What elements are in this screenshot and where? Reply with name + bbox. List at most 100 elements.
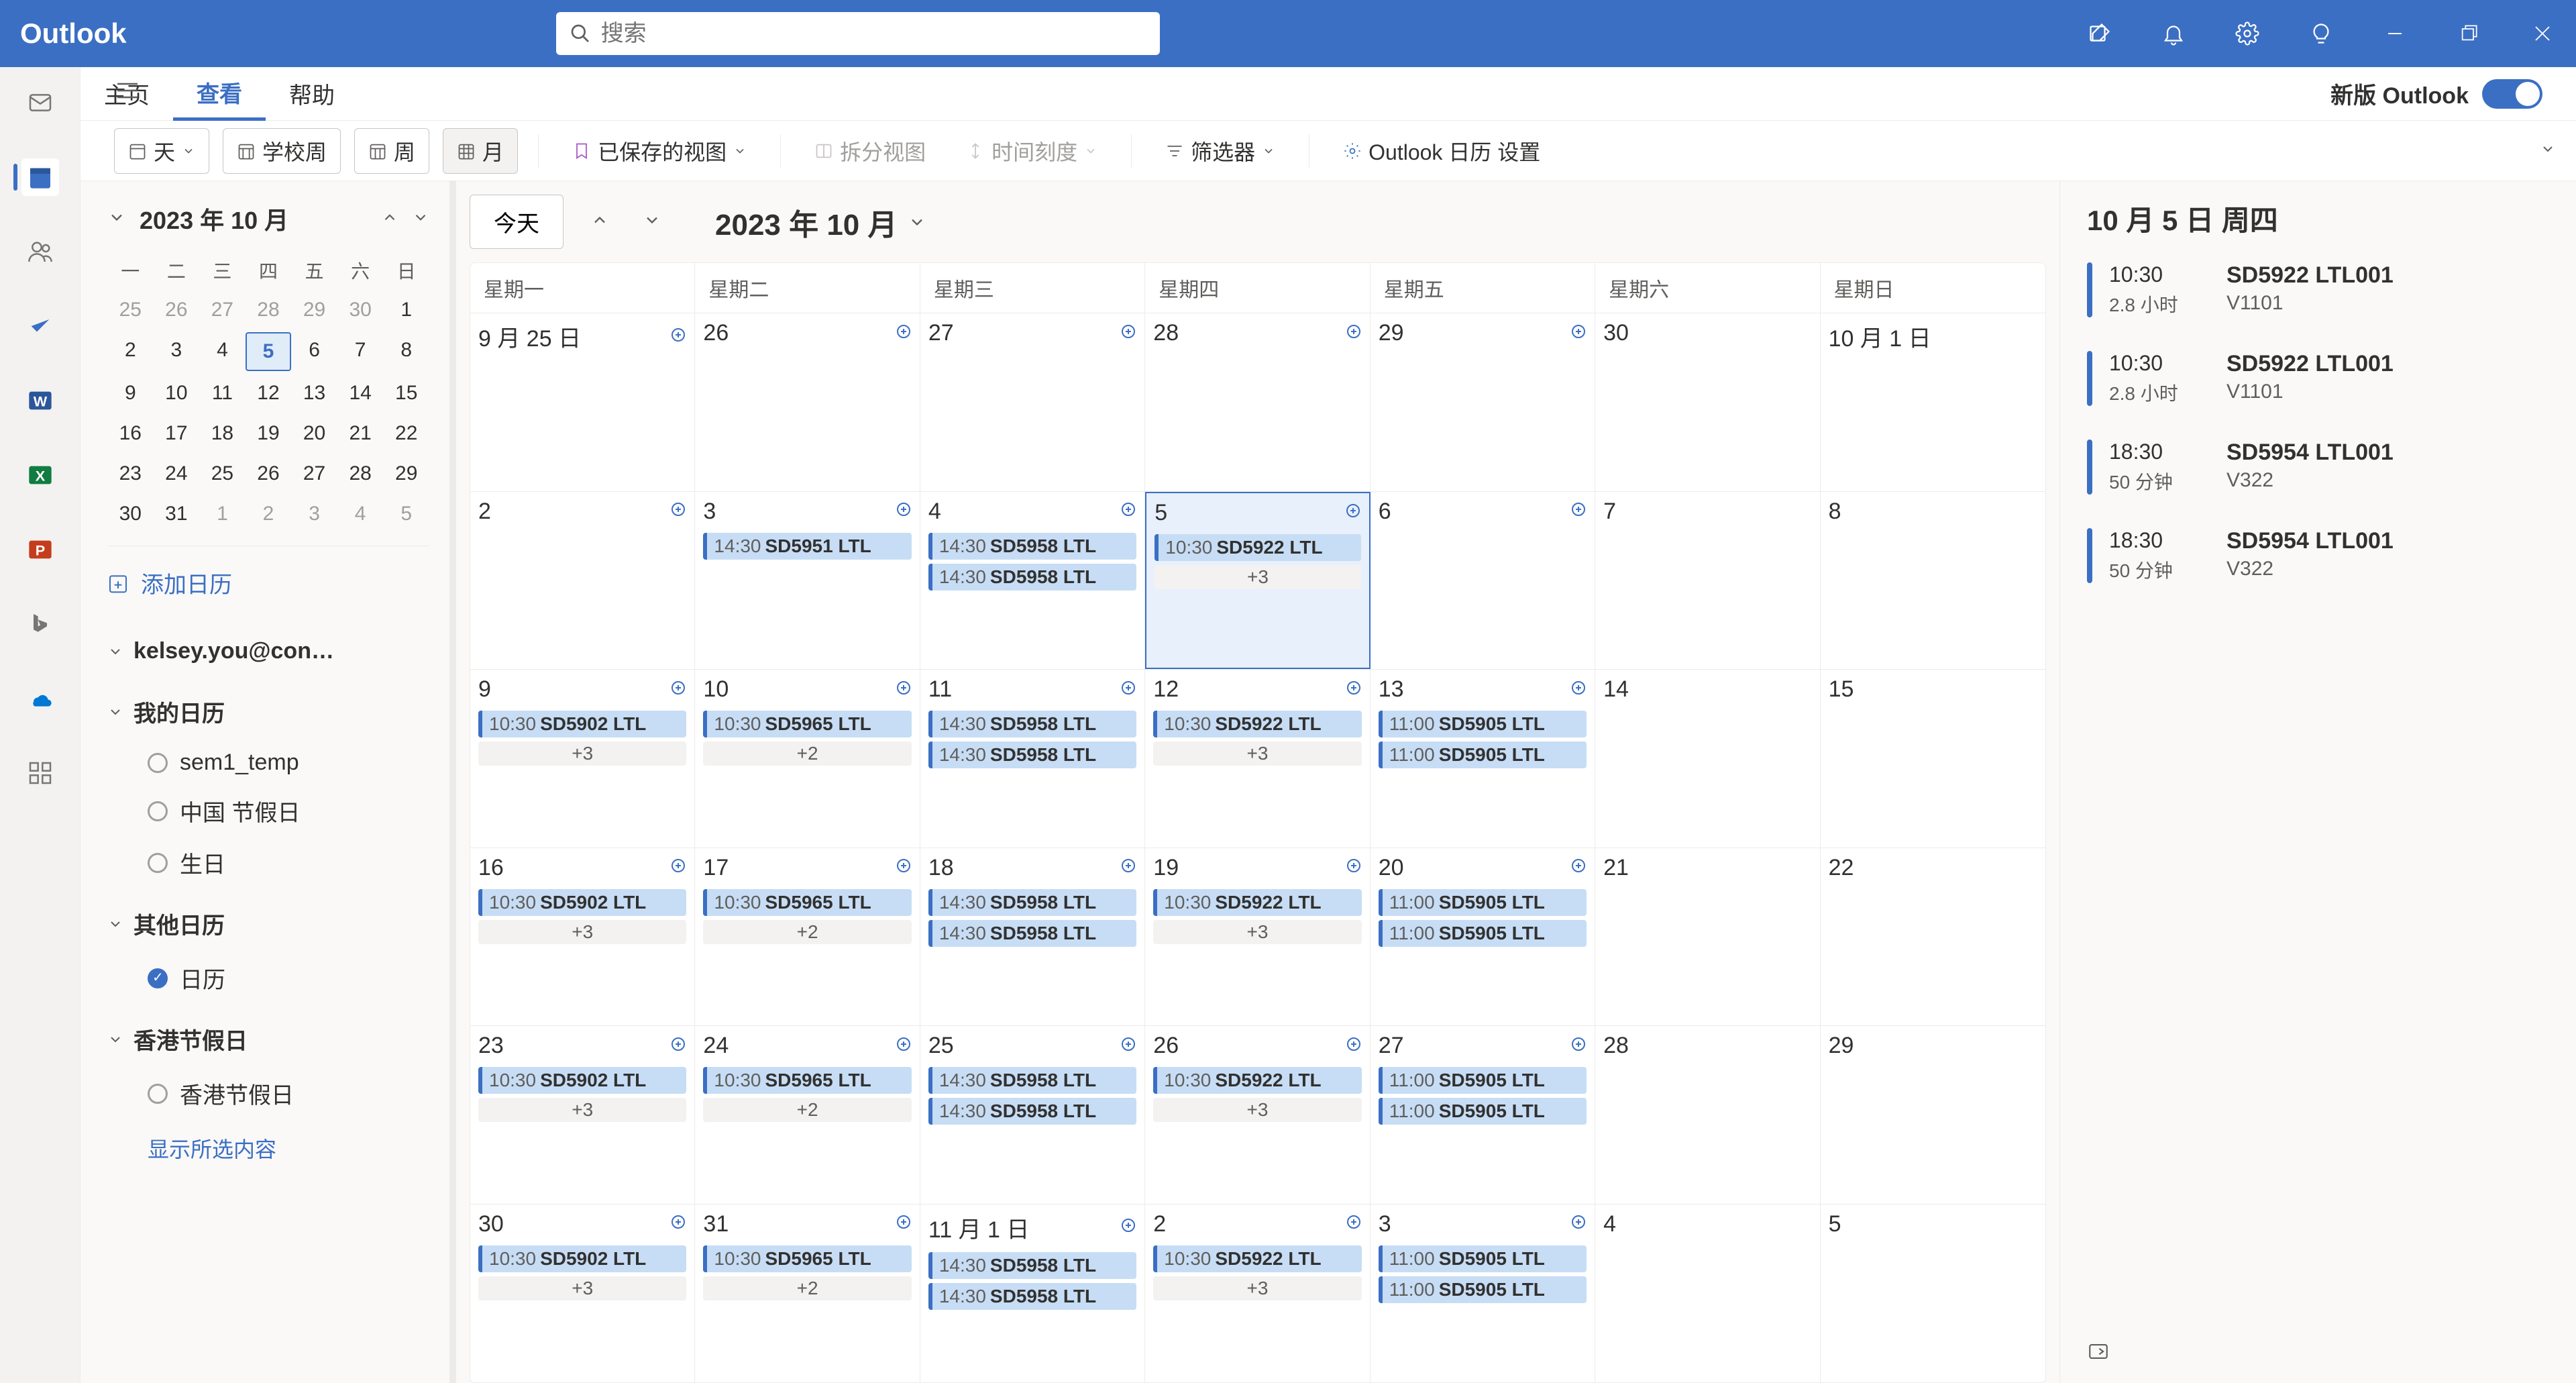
mini-day[interactable]: 20 xyxy=(291,415,337,452)
rail-more-apps[interactable] xyxy=(21,754,59,792)
day-cell[interactable]: 10 月 1 日 xyxy=(1821,313,2045,491)
add-event-icon[interactable] xyxy=(1346,679,1362,701)
add-event-icon[interactable] xyxy=(1120,1035,1136,1057)
prev-period[interactable] xyxy=(584,204,616,240)
add-event-icon[interactable] xyxy=(1346,1035,1362,1057)
more-events[interactable]: +3 xyxy=(1153,1276,1361,1300)
calendar-settings[interactable]: Outlook 日历 设置 xyxy=(1330,129,1554,173)
event[interactable]: 11:00SD5905 LTL xyxy=(1379,1067,1587,1094)
add-event-icon[interactable] xyxy=(1346,857,1362,878)
day-cell[interactable]: 1311:00SD5905 LTL11:00SD5905 LTL xyxy=(1371,670,1595,848)
mini-day[interactable]: 28 xyxy=(246,292,292,328)
day-cell[interactable]: 2711:00SD5905 LTL11:00SD5905 LTL xyxy=(1371,1026,1595,1204)
month-picker[interactable]: 2023 年 10 月 xyxy=(715,201,926,244)
mini-day[interactable]: 1 xyxy=(383,292,429,328)
add-event-icon[interactable] xyxy=(670,326,686,348)
add-event-icon[interactable] xyxy=(670,1035,686,1057)
day-cell[interactable]: 2410:30SD5965 LTL+2 xyxy=(695,1026,920,1204)
day-cell[interactable]: 1114:30SD5958 LTL14:30SD5958 LTL xyxy=(920,670,1145,848)
next-period[interactable] xyxy=(636,204,668,240)
day-cell[interactable]: 21 xyxy=(1595,848,1820,1026)
mini-day[interactable]: 25 xyxy=(199,456,246,492)
bell-icon[interactable] xyxy=(2160,20,2187,47)
rail-todo[interactable] xyxy=(21,307,59,345)
event[interactable]: 11:00SD5905 LTL xyxy=(1379,1098,1587,1125)
rail-excel[interactable]: X xyxy=(21,456,59,494)
add-event-icon[interactable] xyxy=(1346,1213,1362,1235)
rail-calendar[interactable] xyxy=(21,158,59,196)
day-cell[interactable]: 1910:30SD5922 LTL+3 xyxy=(1145,848,1370,1026)
mini-day[interactable]: 4 xyxy=(199,332,246,371)
ribbon-collapse[interactable] xyxy=(2540,141,2556,160)
rail-onedrive[interactable] xyxy=(21,680,59,717)
day-cell[interactable]: 311:00SD5905 LTL11:00SD5905 LTL xyxy=(1371,1205,1595,1383)
day-cell[interactable]: 2610:30SD5922 LTL+3 xyxy=(1145,1026,1370,1204)
day-cell[interactable]: 29 xyxy=(1821,1026,2045,1204)
tab-help[interactable]: 帮助 xyxy=(266,67,358,121)
event[interactable]: 10:30SD5902 LTL xyxy=(478,711,686,737)
next-month-icon[interactable] xyxy=(412,209,429,229)
day-cell[interactable]: 9 月 25 日 xyxy=(470,313,695,491)
event[interactable]: 14:30SD5958 LTL xyxy=(928,533,1136,560)
agenda-item[interactable]: 10:302.8 小时SD5922 LTL001V1101 xyxy=(2087,262,2549,317)
more-events[interactable]: +3 xyxy=(1153,920,1361,944)
minimize-icon[interactable] xyxy=(2381,20,2408,47)
event[interactable]: 10:30SD5965 LTL xyxy=(703,1067,911,1094)
add-event-icon[interactable] xyxy=(1120,679,1136,701)
lightbulb-icon[interactable] xyxy=(2308,20,2334,47)
mini-day[interactable]: 26 xyxy=(246,456,292,492)
calendar-item[interactable]: sem1_temp xyxy=(107,740,429,785)
close-icon[interactable] xyxy=(2529,20,2556,47)
mini-day[interactable]: 17 xyxy=(154,415,200,452)
search-input[interactable] xyxy=(601,21,1146,47)
account-header[interactable]: kelsey.you@con… xyxy=(107,626,429,676)
mini-day[interactable]: 24 xyxy=(154,456,200,492)
add-event-icon[interactable] xyxy=(896,1035,912,1057)
rail-bing[interactable] xyxy=(21,605,59,643)
event[interactable]: 14:30SD5958 LTL xyxy=(928,564,1136,591)
day-cell[interactable]: 1210:30SD5922 LTL+3 xyxy=(1145,670,1370,848)
day-cell[interactable]: 22 xyxy=(1821,848,2045,1026)
time-scale[interactable]: 时间刻度 xyxy=(953,129,1111,173)
day-cell[interactable]: 2514:30SD5958 LTL14:30SD5958 LTL xyxy=(920,1026,1145,1204)
event[interactable]: 11:00SD5905 LTL xyxy=(1379,889,1587,916)
add-calendar[interactable]: 添加日历 xyxy=(107,546,429,619)
event[interactable]: 10:30SD5922 LTL xyxy=(1153,1245,1361,1272)
more-events[interactable]: +3 xyxy=(1155,565,1360,589)
day-cell[interactable]: 3010:30SD5902 LTL+3 xyxy=(470,1205,695,1383)
event[interactable]: 10:30SD5965 LTL xyxy=(703,1245,911,1272)
event[interactable]: 10:30SD5922 LTL xyxy=(1153,1067,1361,1094)
day-cell[interactable]: 11 月 1 日14:30SD5958 LTL14:30SD5958 LTL xyxy=(920,1205,1145,1383)
mini-day[interactable]: 5 xyxy=(246,332,292,371)
calendar-item[interactable]: 香港节假日 xyxy=(107,1068,429,1119)
mini-day[interactable]: 30 xyxy=(107,496,154,532)
calendar-group-header[interactable]: 我的日历 xyxy=(107,683,429,740)
calendar-item[interactable]: 生日 xyxy=(107,837,429,888)
event[interactable]: 14:30SD5958 LTL xyxy=(928,920,1136,947)
mini-day[interactable]: 29 xyxy=(383,456,429,492)
mini-day[interactable]: 22 xyxy=(383,415,429,452)
view-month[interactable]: 月 xyxy=(443,128,518,174)
gear-icon[interactable] xyxy=(2234,20,2261,47)
mini-day[interactable]: 30 xyxy=(337,292,384,328)
mini-day[interactable]: 21 xyxy=(337,415,384,452)
add-event-icon[interactable] xyxy=(670,679,686,701)
day-cell[interactable]: 30 xyxy=(1595,313,1820,491)
event[interactable]: 10:30SD5965 LTL xyxy=(703,889,911,916)
add-event-icon[interactable] xyxy=(1570,501,1587,522)
mini-day[interactable]: 16 xyxy=(107,415,154,452)
event[interactable]: 14:30SD5958 LTL xyxy=(928,1067,1136,1094)
mini-day[interactable]: 23 xyxy=(107,456,154,492)
day-cell[interactable]: 2310:30SD5902 LTL+3 xyxy=(470,1026,695,1204)
toggle-switch[interactable] xyxy=(2482,79,2542,109)
add-event-icon[interactable] xyxy=(896,679,912,701)
compose-icon[interactable] xyxy=(2086,20,2113,47)
event[interactable]: 11:00SD5905 LTL xyxy=(1379,711,1587,737)
calendar-checkbox[interactable] xyxy=(148,968,168,988)
add-event-icon[interactable] xyxy=(1120,501,1136,522)
event[interactable]: 10:30SD5922 LTL xyxy=(1153,711,1361,737)
add-event-icon[interactable] xyxy=(896,323,912,344)
day-cell[interactable]: 210:30SD5922 LTL+3 xyxy=(1145,1205,1370,1383)
day-cell[interactable]: 1710:30SD5965 LTL+2 xyxy=(695,848,920,1026)
add-event-icon[interactable] xyxy=(1120,1217,1136,1238)
